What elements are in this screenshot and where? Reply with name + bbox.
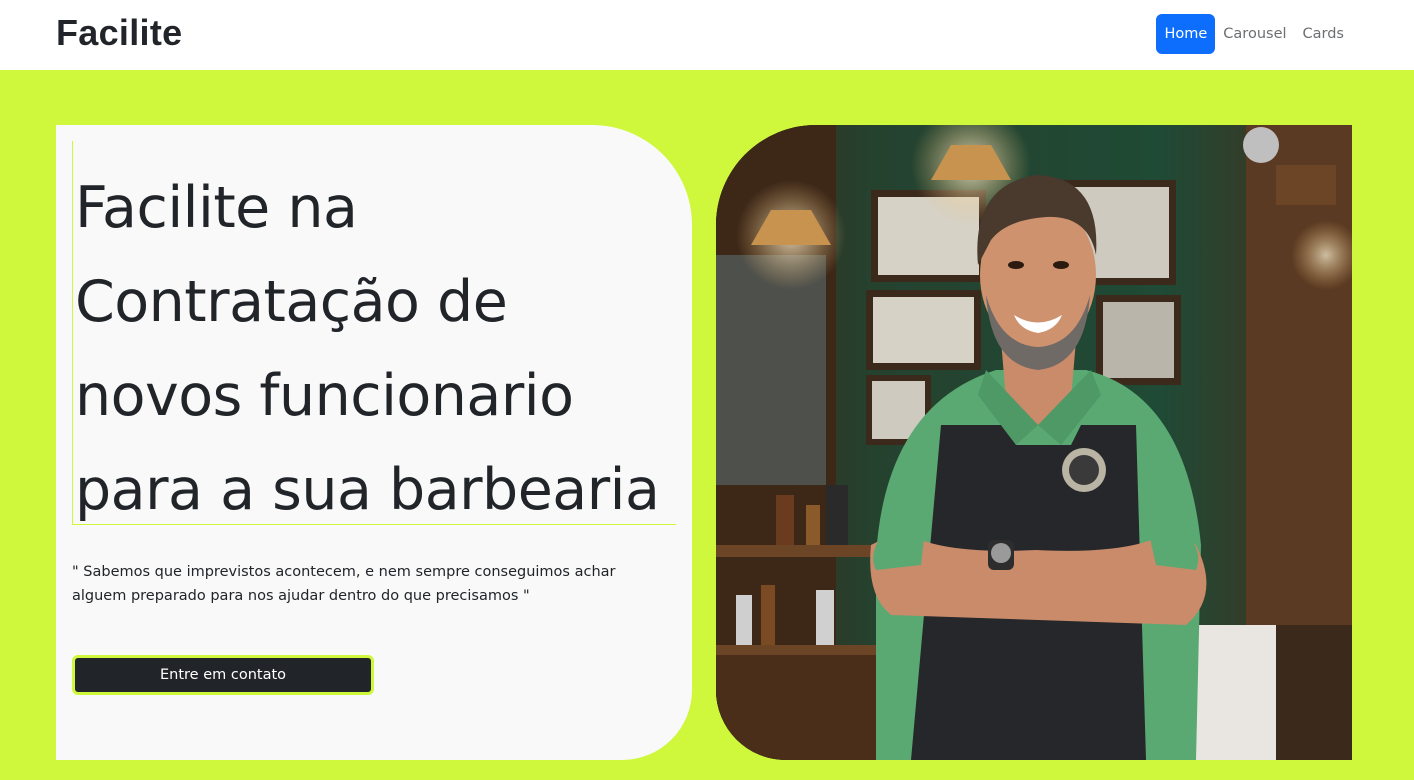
nav-cards-link[interactable]: Cards	[1295, 14, 1352, 54]
contact-button[interactable]: Entre em contato	[72, 655, 374, 695]
barber-illustration	[716, 125, 1352, 760]
brand-logo[interactable]: Facilite	[56, 12, 182, 54]
headline-frame: Facilite na Contratação de novos funcion…	[72, 141, 676, 525]
nav-links: Home Carousel Cards	[1156, 14, 1352, 54]
nav-carousel-link[interactable]: Carousel	[1215, 14, 1294, 54]
barber-photo	[716, 125, 1352, 760]
hero-text-card: Facilite na Contratação de novos funcion…	[56, 125, 692, 760]
hero-headline: Facilite na Contratação de novos funcion…	[75, 175, 660, 523]
hero-quote: " Sabemos que imprevistos acontecem, e n…	[72, 564, 616, 604]
nav-home-link[interactable]: Home	[1156, 14, 1216, 54]
navbar: Facilite Home Carousel Cards	[0, 0, 1414, 70]
